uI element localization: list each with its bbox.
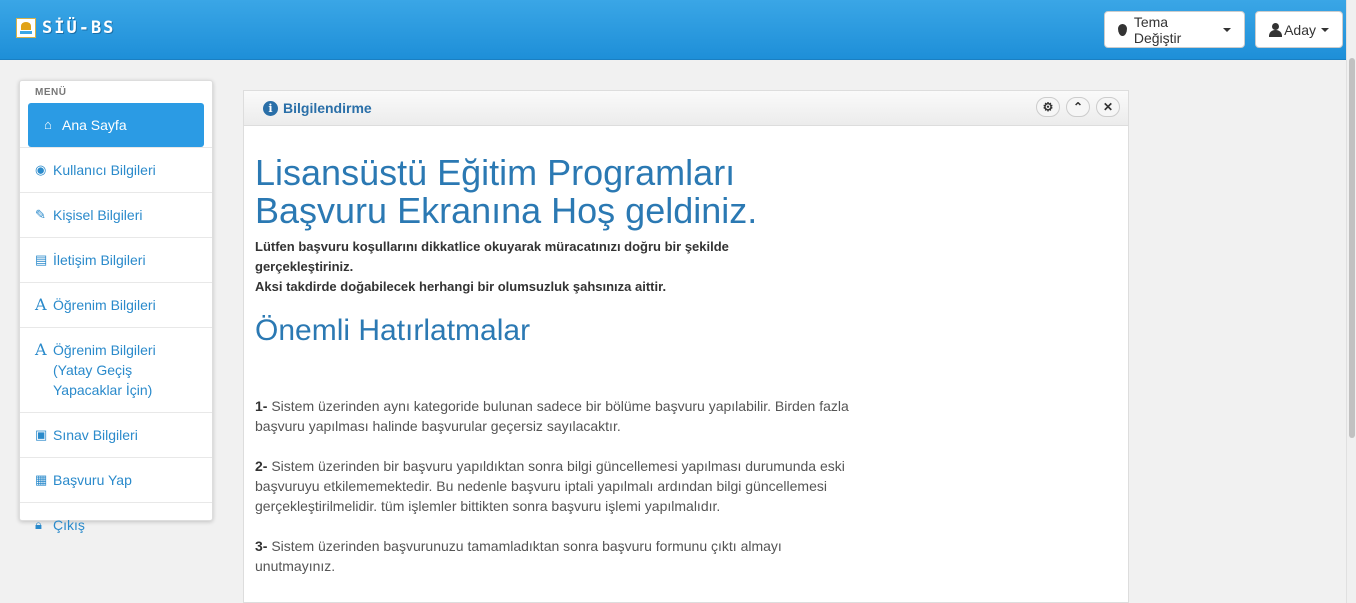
brand-name: SİÜ-BS xyxy=(42,18,116,38)
sidebar-item-label: Başvuru Yap xyxy=(53,472,132,488)
intro-line-2: Aksi takdirde doğabilecek herhangi bir o… xyxy=(255,279,667,294)
collapse-button[interactable]: ⌃ xyxy=(1066,97,1090,117)
eye-icon: ◉ xyxy=(35,162,47,177)
sidebar-item-label: Çıkış xyxy=(53,517,85,533)
sidebar-item-label: Kişisel Bilgileri xyxy=(53,207,143,223)
sidebar-item-ogrenim-bilgileri[interactable]: A Öğrenim Bilgileri xyxy=(20,282,212,327)
info-icon: i xyxy=(263,100,278,116)
caret-down-icon xyxy=(1321,27,1329,32)
user-icon xyxy=(1269,22,1283,37)
theme-change-label: Tema Değiştir xyxy=(1133,13,1182,46)
list-item: 2- Sistem üzerinden bir başvuru yapıldık… xyxy=(255,456,855,516)
sidebar-item-label: Öğrenim Bilgileri (Yatay Geçiş Yapacakla… xyxy=(53,342,156,398)
sidebar-item-sinav-bilgileri[interactable]: ▣ Sınav Bilgileri xyxy=(20,412,212,457)
panel-title: Bilgilendirme xyxy=(283,100,372,116)
caret-down-icon xyxy=(1223,27,1231,32)
intro-text: Lütfen başvuru koşullarını dikkatlice ok… xyxy=(255,237,795,297)
edit-icon: ✎ xyxy=(35,207,46,222)
welcome-heading: Lisansüstü Eğitim Programları Başvuru Ek… xyxy=(255,152,758,231)
sidebar-item-ana-sayfa[interactable]: ⌂ Ana Sayfa xyxy=(28,103,204,147)
home-icon: ⌂ xyxy=(44,117,52,132)
settings-button[interactable]: ⚙ xyxy=(1036,97,1060,117)
sidebar-item-label: Kullanıcı Bilgileri xyxy=(53,162,156,178)
sidebar-item-iletisim-bilgileri[interactable]: ▤ İletişim Bilgileri xyxy=(20,237,212,282)
note-number: 2- xyxy=(255,458,268,474)
tint-icon xyxy=(1118,23,1127,36)
sidebar-item-label: İletişim Bilgileri xyxy=(53,252,146,268)
info-panel: i Bilgilendirme ⚙ ⌃ ✕ Lisansüstü Eğitim … xyxy=(243,90,1129,603)
theme-change-button[interactable]: Tema Değiştir xyxy=(1104,11,1245,48)
panel-tools: ⚙ ⌃ ✕ xyxy=(1030,97,1120,117)
list-item: 1- Sistem üzerinden aynı kategoride bulu… xyxy=(255,396,855,436)
note-text: Sistem üzerinden bir başvuru yapıldıktan… xyxy=(255,458,845,514)
list-item: 3- Sistem üzerinden başvurunuzu tamamlad… xyxy=(255,536,855,576)
sidebar-item-ogrenim-bilgileri-yatay-gecis[interactable]: A Öğrenim Bilgileri (Yatay Geçiş Yapacak… xyxy=(20,327,212,412)
intro-line-1: Lütfen başvuru koşullarını dikkatlice ok… xyxy=(255,239,729,274)
grid-icon: ▦ xyxy=(35,472,48,487)
brand[interactable]: SİÜ-BS xyxy=(16,18,115,38)
sidebar-menu: MENÜ ⌂ Ana Sayfa ◉ Kullanıcı Bilgileri ✎… xyxy=(19,80,213,533)
user-menu-label: Aday xyxy=(1284,21,1316,38)
sidebar-item-label: Ana Sayfa xyxy=(62,117,127,133)
sidebar-item-basvuru-yap[interactable]: ▦ Başvuru Yap xyxy=(20,457,212,502)
menu-title: MENÜ xyxy=(35,87,67,98)
font-icon: A xyxy=(35,295,47,314)
font-icon: A xyxy=(35,340,47,359)
user-menu-button[interactable]: Aday xyxy=(1255,11,1343,48)
page-scrollbar[interactable] xyxy=(1346,0,1356,603)
panel-header: i Bilgilendirme ⚙ ⌃ ✕ xyxy=(244,91,1128,126)
top-navbar: SİÜ-BS Tema Değiştir Aday xyxy=(0,0,1346,60)
list-icon: ▤ xyxy=(35,252,48,267)
scrollbar-thumb[interactable] xyxy=(1349,58,1355,438)
university-logo-icon xyxy=(16,18,36,38)
sidebar-item-label: Öğrenim Bilgileri xyxy=(53,297,156,313)
note-text: Sistem üzerinden başvurunuzu tamamladıkt… xyxy=(255,538,782,574)
sidebar-item-cikis[interactable]: 🔒︎ Çıkış xyxy=(20,502,212,547)
note-number: 1- xyxy=(255,398,268,414)
note-number: 3- xyxy=(255,538,268,554)
close-button[interactable]: ✕ xyxy=(1096,97,1120,117)
sidebar-item-label: Sınav Bilgileri xyxy=(53,427,138,443)
sidebar-item-kullanici-bilgileri[interactable]: ◉ Kullanıcı Bilgileri xyxy=(20,147,212,192)
reminders-heading: Önemli Hatırlatmalar xyxy=(255,314,531,347)
reminders-list: 1- Sistem üzerinden aynı kategoride bulu… xyxy=(255,396,855,576)
picture-icon: ▣ xyxy=(35,427,48,442)
lock-icon: 🔒︎ xyxy=(35,517,42,532)
sidebar-item-kisisel-bilgileri[interactable]: ✎ Kişisel Bilgileri xyxy=(20,192,212,237)
note-text: Sistem üzerinden aynı kategoride bulunan… xyxy=(255,398,849,434)
panel-body: Lisansüstü Eğitim Programları Başvuru Ek… xyxy=(244,126,1128,576)
